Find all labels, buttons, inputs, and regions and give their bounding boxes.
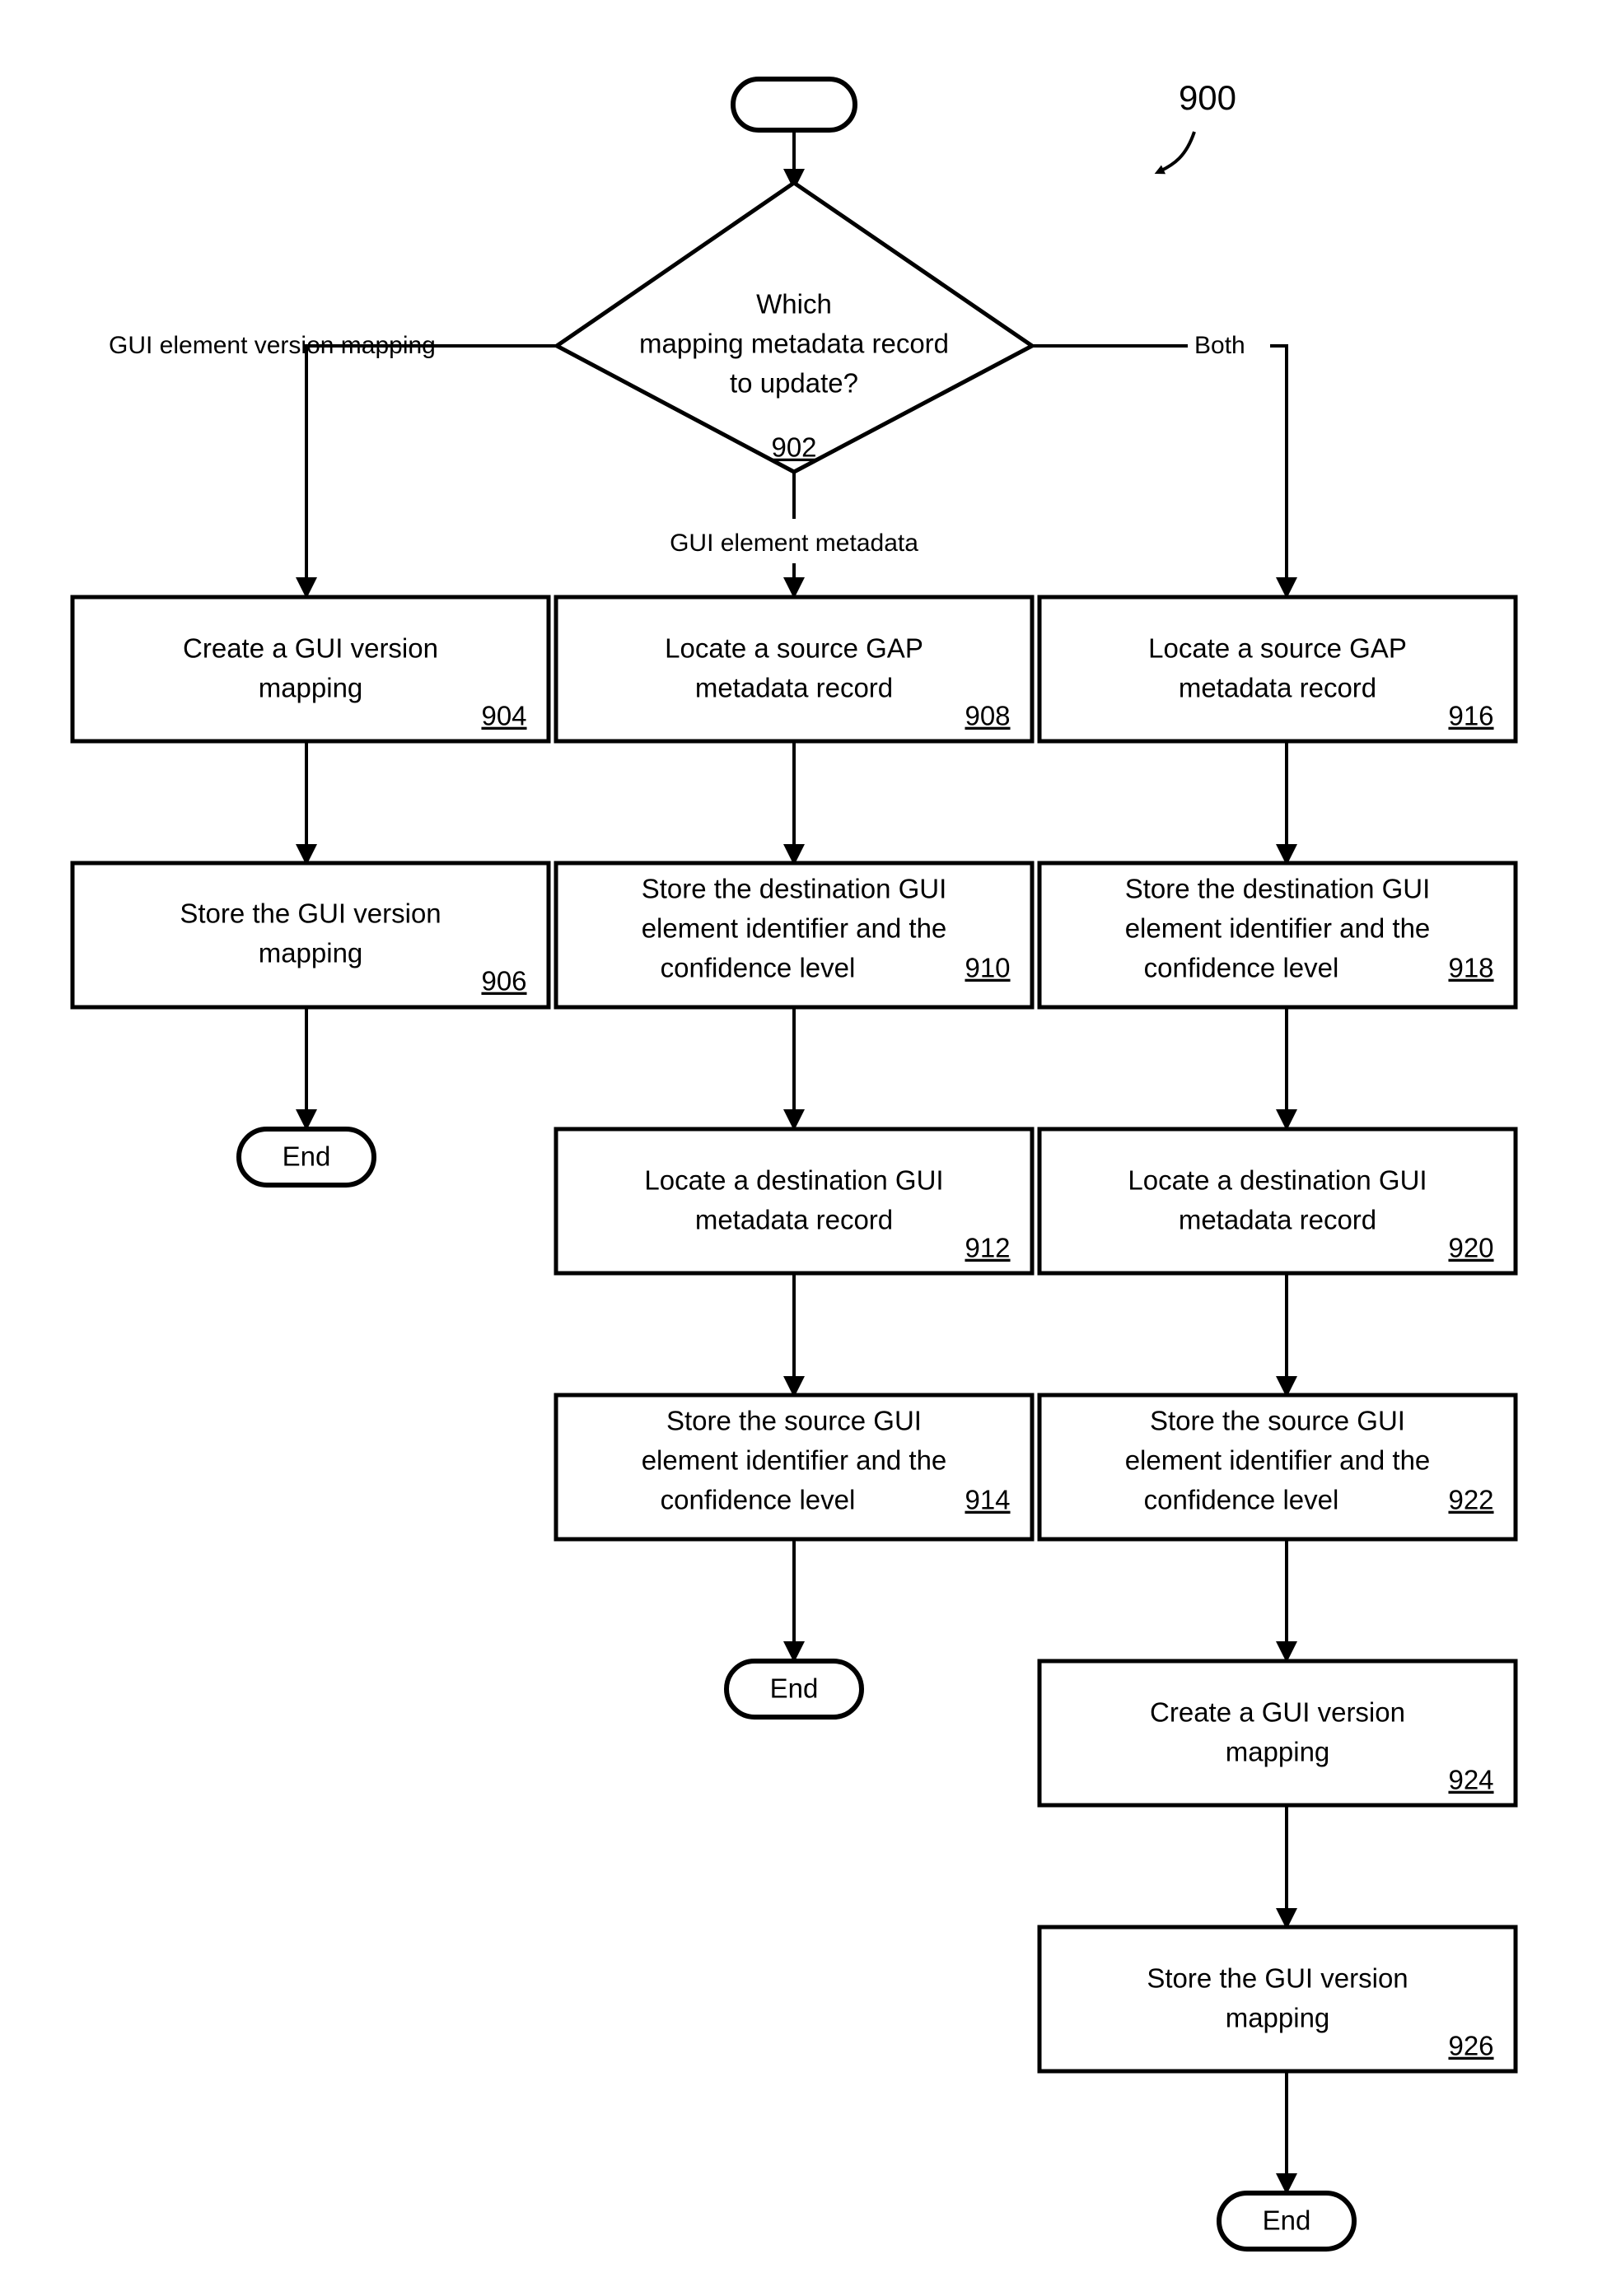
process-node-910: Store the destination GUI element identi… (554, 861, 1035, 1010)
process-node-904-shape (70, 595, 551, 744)
process-node-916-shape (1037, 595, 1518, 744)
end-terminator-middle: End (724, 1659, 864, 1720)
process-node-904-ref: 904 (481, 701, 526, 731)
process-node-924-line2: mapping (1226, 1737, 1330, 1767)
figure-number-text: 900 (1179, 78, 1236, 117)
process-node-918-ref: 918 (1448, 953, 1493, 983)
decision-node-902-line2: mapping metadata record (639, 329, 949, 359)
process-node-906-line1: Store the GUI version (180, 898, 441, 929)
process-node-926-line2: mapping (1226, 2003, 1330, 2033)
process-node-920: Locate a destination GUI metadata record… (1037, 1127, 1518, 1276)
process-node-924: Create a GUI version mapping 924 (1037, 1659, 1518, 1808)
process-node-908-line1: Locate a source GAP (665, 633, 923, 664)
process-node-908-shape (554, 595, 1035, 744)
decision-node-902-shape (553, 180, 1036, 474)
process-node-914: Store the source GUI element identifier … (554, 1393, 1035, 1542)
edge-left-branch: GUI element version mapping (109, 332, 557, 599)
process-node-912-line1: Locate a destination GUI (644, 1165, 943, 1196)
process-node-904: Create a GUI version mapping 904 (70, 595, 551, 744)
decision-node-902: Which mapping metadata record to update?… (553, 180, 1036, 474)
process-node-914-line3: confidence level (661, 1485, 856, 1515)
process-node-904-line2: mapping (259, 673, 363, 703)
process-node-916-line2: metadata record (1179, 673, 1376, 703)
decision-node-902-ref: 902 (771, 432, 816, 463)
process-node-910-ref: 910 (965, 953, 1010, 983)
edge-right-seg2 (1270, 344, 1297, 599)
process-node-912-ref: 912 (965, 1233, 1010, 1263)
process-node-920-line1: Locate a destination GUI (1128, 1165, 1427, 1196)
edge-label-right: Both (1194, 332, 1245, 359)
process-node-918-line3: confidence level (1144, 953, 1339, 983)
process-node-908-line2: metadata record (695, 673, 893, 703)
process-node-926-line1: Store the GUI version (1147, 1963, 1408, 1994)
end-terminator-middle-label: End (770, 1673, 819, 1704)
edge-left-path (296, 344, 557, 599)
process-node-906-shape (70, 861, 551, 1010)
process-node-912: Locate a destination GUI metadata record… (554, 1127, 1035, 1276)
process-node-904-line1: Create a GUI version (183, 633, 438, 664)
edge-label-middle: GUI element metadata (670, 530, 918, 557)
process-node-914-line2: element identifier and the (642, 1445, 947, 1476)
end-terminator-left: End (236, 1127, 376, 1188)
process-node-906-line2: mapping (259, 938, 363, 968)
decision-node-902-line1: Which (756, 289, 832, 320)
process-node-920-shape (1037, 1127, 1518, 1276)
end-terminator-right-label: End (1263, 2205, 1311, 2236)
process-node-910-line3: confidence level (661, 953, 856, 983)
edge-right-branch: Both (1032, 332, 1297, 599)
process-node-918-line1: Store the destination GUI (1125, 874, 1431, 904)
process-node-926: Store the GUI version mapping 926 (1037, 1925, 1518, 2074)
start-terminator-shape (731, 77, 857, 133)
process-node-914-ref: 914 (965, 1485, 1010, 1515)
process-node-920-line2: metadata record (1179, 1205, 1376, 1235)
process-node-924-line1: Create a GUI version (1150, 1697, 1405, 1728)
process-node-912-shape (554, 1127, 1035, 1276)
process-node-908: Locate a source GAP metadata record 908 (554, 595, 1035, 744)
flowchart-canvas: 900 Which mapping metadata record to upd… (0, 0, 1621, 2296)
process-node-926-ref: 926 (1448, 2031, 1493, 2061)
process-node-920-ref: 920 (1448, 1233, 1493, 1263)
process-node-906-ref: 906 (481, 966, 526, 996)
decision-node-902-line3: to update? (730, 368, 858, 399)
process-node-922-ref: 922 (1448, 1485, 1493, 1515)
process-node-908-ref: 908 (965, 701, 1010, 731)
process-node-916: Locate a source GAP metadata record 916 (1037, 595, 1518, 744)
process-node-924-ref: 924 (1448, 1765, 1493, 1795)
process-node-910-line2: element identifier and the (642, 913, 947, 944)
process-node-916-line1: Locate a source GAP (1148, 633, 1407, 664)
edge-middle-branch: GUI element metadata (670, 472, 918, 599)
process-node-924-shape (1037, 1659, 1518, 1808)
process-node-912-line2: metadata record (695, 1205, 893, 1235)
start-terminator (731, 77, 857, 133)
process-node-922: Store the source GUI element identifier … (1037, 1393, 1518, 1542)
figure-number-label: 900 (1154, 78, 1236, 175)
process-node-926-shape (1037, 1925, 1518, 2074)
process-node-910-line1: Store the destination GUI (642, 874, 947, 904)
process-node-918: Store the destination GUI element identi… (1037, 861, 1518, 1010)
process-node-906: Store the GUI version mapping 906 (70, 861, 551, 1010)
end-terminator-left-label: End (283, 1141, 331, 1172)
end-terminator-right: End (1217, 2191, 1357, 2252)
process-node-922-line2: element identifier and the (1125, 1445, 1431, 1476)
process-node-914-line1: Store the source GUI (666, 1406, 922, 1436)
process-node-916-ref: 916 (1448, 701, 1493, 731)
figure-callout-leader (1154, 131, 1196, 175)
process-node-922-line3: confidence level (1144, 1485, 1339, 1515)
process-node-918-line2: element identifier and the (1125, 913, 1431, 944)
process-node-922-line1: Store the source GUI (1150, 1406, 1405, 1436)
